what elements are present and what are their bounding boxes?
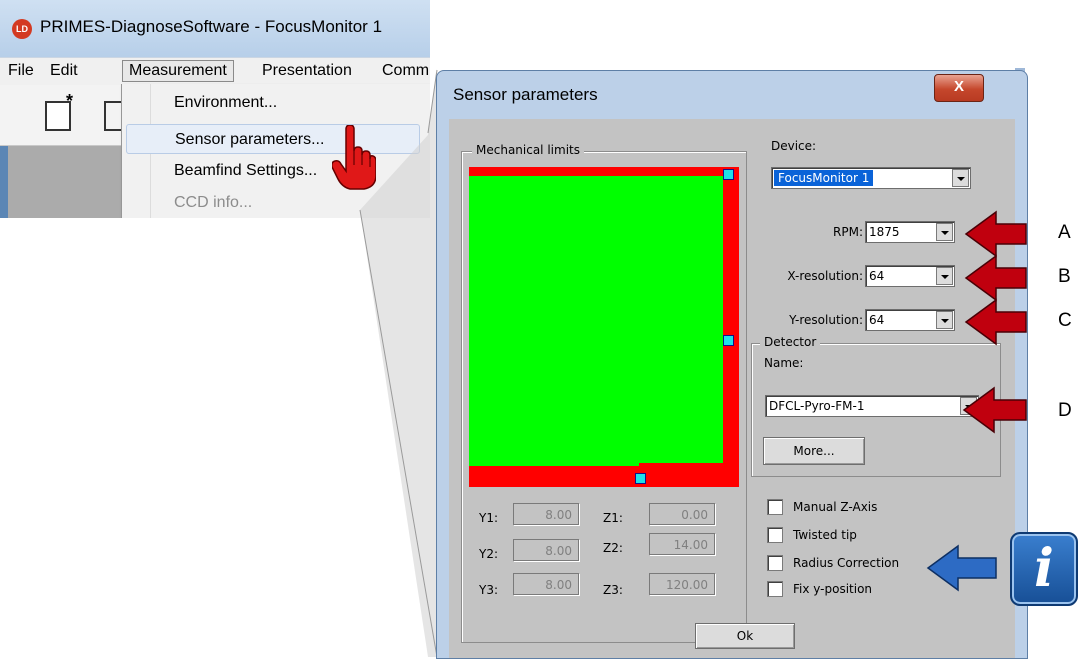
arrow-b-icon xyxy=(964,254,1027,302)
annotation-letter-a: A xyxy=(1058,222,1071,243)
arrow-info-icon xyxy=(926,544,997,592)
annotation-letter-b: B xyxy=(1058,266,1071,287)
info-icon: i xyxy=(1010,532,1078,606)
arrow-a-icon xyxy=(964,210,1027,258)
annotation-layer xyxy=(926,210,1027,592)
annotation-letter-c: C xyxy=(1058,310,1072,331)
arrow-d-icon xyxy=(962,386,1027,434)
annotation-letter-d: D xyxy=(1058,400,1072,421)
arrow-c-icon xyxy=(964,298,1027,346)
